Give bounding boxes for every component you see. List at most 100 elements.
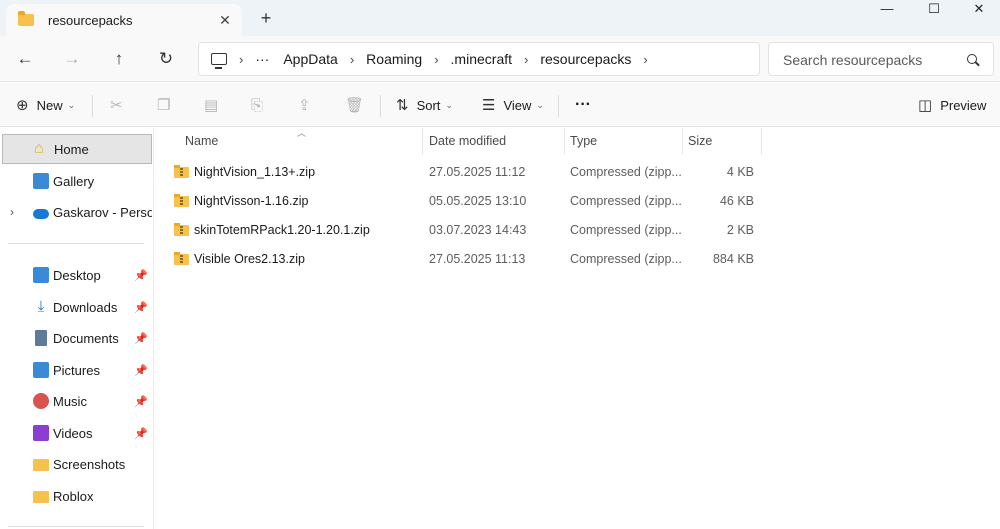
chevron-right-icon[interactable]: ›: [350, 52, 354, 67]
chevron-right-icon[interactable]: ›: [524, 52, 528, 67]
file-name: NightVision_1.13+.zip: [194, 165, 316, 179]
column-header-name[interactable]: Name ︿: [155, 128, 423, 154]
preview-pane-icon: ◫: [918, 97, 933, 114]
view-label: View: [503, 97, 532, 113]
document-icon: [35, 330, 47, 346]
refresh-button[interactable]: ↻: [150, 44, 182, 74]
sidebar-item-label: Desktop: [53, 267, 101, 283]
copy-button[interactable]: ❐: [157, 83, 178, 127]
column-header-date[interactable]: Date modified: [423, 128, 565, 154]
zip-folder-icon: [174, 194, 189, 207]
sidebar-item-pictures[interactable]: Pictures 📌: [2, 355, 152, 385]
search-input[interactable]: Search resourcepacks: [768, 42, 994, 76]
sidebar-item-home[interactable]: ⌂ Home: [2, 134, 152, 164]
address-bar[interactable]: › ··· AppData › Roaming › .minecraft › r…: [198, 42, 760, 76]
sidebar-item-label: Home: [54, 141, 89, 157]
folder-icon: [33, 491, 49, 503]
tab-title: resourcepacks: [48, 12, 133, 28]
file-row[interactable]: Visible Ores2.13.zip 27.05.2025 11:13 Co…: [168, 245, 768, 274]
new-label: New: [36, 97, 63, 113]
sidebar-item-label: Downloads: [53, 299, 118, 315]
column-name-label: Name: [185, 134, 219, 148]
sort-button[interactable]: ⇅ Sort ⌄: [396, 83, 453, 127]
navigation-bar: ← → ↑ ↻ › ··· AppData › Roaming › .minec…: [0, 36, 1000, 82]
breadcrumb-roaming[interactable]: Roaming: [366, 51, 422, 67]
preview-label: Preview: [940, 97, 987, 113]
file-name: NightVisson-1.16.zip: [194, 194, 309, 208]
share-button[interactable]: ⇪: [298, 83, 319, 127]
file-date: 05.05.2025 13:10: [429, 194, 527, 208]
file-type: Compressed (zipp...: [570, 165, 682, 179]
sidebar-item-roblox[interactable]: Roblox: [2, 481, 152, 511]
back-button[interactable]: ←: [9, 44, 41, 74]
desktop-icon: [33, 267, 49, 283]
sidebar-item-desktop[interactable]: Desktop 📌: [2, 260, 152, 290]
cut-button[interactable]: ✂: [110, 83, 131, 127]
sidebar-item-screenshots[interactable]: Screenshots: [2, 449, 152, 479]
divider: [558, 95, 559, 117]
file-date: 27.05.2025 11:13: [429, 252, 526, 266]
new-button[interactable]: ⊕ New ⌄: [16, 83, 75, 127]
folder-icon: [18, 11, 34, 26]
file-size: 46 KB: [719, 194, 754, 208]
file-row[interactable]: skinTotemRPack1.20-1.20.1.zip 03.07.2023…: [168, 216, 768, 245]
preview-pane-button[interactable]: ◫ Preview: [918, 83, 986, 127]
delete-button[interactable]: 🗑: [345, 83, 372, 127]
chevron-right-icon[interactable]: ›: [434, 52, 438, 67]
file-row[interactable]: NightVisson-1.16.zip 05.05.2025 13:10 Co…: [168, 187, 768, 216]
breadcrumb-overflow[interactable]: ···: [255, 51, 269, 67]
sidebar-item-downloads[interactable]: ⤓ Downloads 📌: [2, 292, 152, 322]
chevron-right-icon[interactable]: ›: [643, 52, 647, 67]
zip-folder-icon: [174, 165, 189, 178]
minimize-button[interactable]: —: [864, 0, 910, 22]
file-list: Name ︿ Date modified Type Size NightVisi…: [155, 128, 1000, 529]
chevron-right-icon[interactable]: ›: [239, 52, 243, 67]
close-tab-button[interactable]: ✕: [216, 11, 234, 29]
breadcrumb-resourcepacks[interactable]: resourcepacks: [540, 51, 631, 67]
file-size: 2 KB: [726, 223, 754, 237]
breadcrumb-appdata[interactable]: AppData: [283, 51, 337, 67]
file-size: 4 KB: [726, 165, 754, 179]
chevron-right-icon[interactable]: ›: [10, 205, 14, 219]
sidebar-item-label: Pictures: [53, 362, 100, 378]
copy-icon: ❐: [157, 97, 171, 114]
paste-button[interactable]: ▤: [204, 83, 226, 127]
file-type: Compressed (zipp...: [570, 223, 682, 237]
sidebar-item-music[interactable]: Music 📌: [2, 386, 152, 416]
divider: [8, 243, 144, 244]
close-window-button[interactable]: ✕: [956, 0, 1000, 22]
up-button[interactable]: ↑: [103, 44, 135, 74]
more-options-button[interactable]: ···: [575, 83, 591, 127]
breadcrumb-minecraft[interactable]: .minecraft: [451, 51, 512, 67]
column-header-type[interactable]: Type: [565, 128, 683, 154]
column-size-label: Size: [688, 134, 713, 148]
scissors-icon: ✂: [110, 97, 123, 114]
plus-circle-icon: ⊕: [16, 97, 29, 114]
pin-icon: 📌: [134, 301, 148, 314]
sidebar-item-label: Gallery: [53, 173, 95, 189]
file-type: Compressed (zipp...: [570, 194, 682, 208]
view-button[interactable]: ☰ View ⌄: [482, 83, 544, 127]
cloud-icon: [33, 208, 49, 219]
maximize-button[interactable]: ☐: [911, 0, 957, 22]
sidebar-item-gallery[interactable]: Gallery: [2, 166, 152, 196]
forward-button[interactable]: →: [56, 44, 88, 74]
home-icon: ⌂: [34, 140, 44, 157]
tab-resourcepacks[interactable]: resourcepacks ✕: [6, 4, 242, 36]
column-type-label: Type: [570, 134, 598, 148]
sidebar-item-onedrive[interactable]: › Gaskarov - Personal: [2, 197, 152, 227]
pin-icon: 📌: [134, 332, 148, 345]
file-date: 03.07.2023 14:43: [429, 223, 527, 237]
gallery-icon: [33, 173, 49, 189]
this-pc-icon[interactable]: [211, 53, 227, 69]
file-row[interactable]: NightVision_1.13+.zip 27.05.2025 11:12 C…: [168, 158, 768, 187]
sidebar-item-documents[interactable]: Documents 📌: [2, 323, 152, 353]
sidebar-item-videos[interactable]: Videos 📌: [2, 418, 152, 448]
new-tab-button[interactable]: +: [256, 8, 276, 28]
sidebar-item-label: Gaskarov - Personal: [53, 204, 152, 220]
divider: [92, 95, 93, 117]
rename-button[interactable]: ⎘: [251, 83, 271, 127]
video-icon: [33, 425, 49, 441]
column-header-size[interactable]: Size: [683, 128, 762, 154]
rename-icon: ⎘: [251, 96, 264, 114]
